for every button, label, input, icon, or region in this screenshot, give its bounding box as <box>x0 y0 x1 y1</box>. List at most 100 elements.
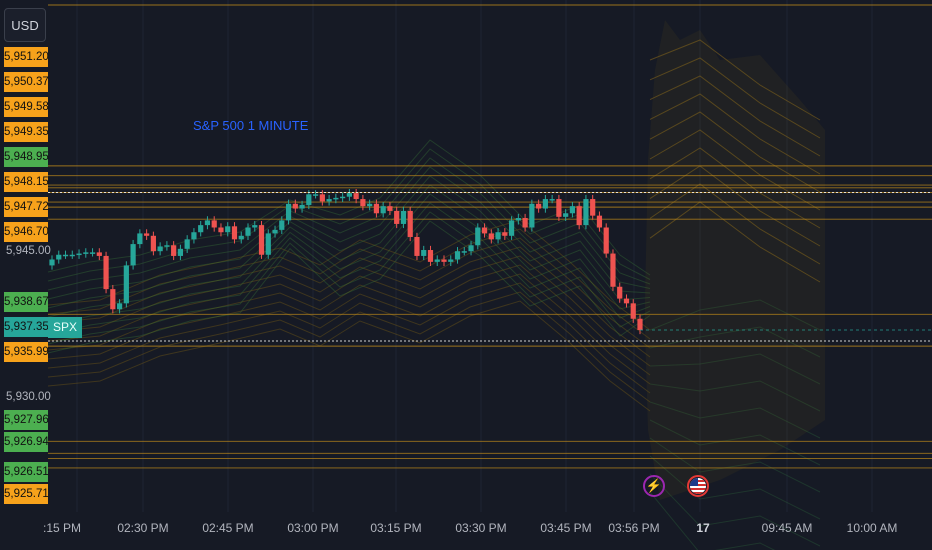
price-tag-orange: 5,946.70 <box>4 222 49 242</box>
candle-body <box>326 199 332 202</box>
current-price-tag: 5,937.35 <box>4 317 49 337</box>
candle-body <box>421 250 427 256</box>
candle-body <box>211 220 217 228</box>
time-axis-label: 03:00 PM <box>287 521 339 535</box>
time-axis-label: 03:30 PM <box>455 521 507 535</box>
candle-body <box>441 259 447 262</box>
candle-body <box>515 218 521 221</box>
candle-body <box>252 225 258 228</box>
candle-body <box>198 225 204 233</box>
candle-body <box>542 199 548 209</box>
candle-body <box>394 210 400 224</box>
candle-body <box>529 203 535 228</box>
candle-body <box>461 251 467 253</box>
candle-body <box>333 197 339 200</box>
candle-body <box>610 253 616 287</box>
us-flag-icon[interactable] <box>687 475 709 497</box>
candle-body <box>522 218 528 228</box>
candle-body <box>414 236 420 256</box>
candle-body <box>495 232 501 240</box>
candle-body <box>637 318 643 330</box>
candle-body <box>76 253 82 256</box>
candle-body <box>556 199 562 217</box>
candle-body <box>583 199 589 226</box>
price-tag-orange: 5,949.58 <box>4 97 49 117</box>
candle-body <box>225 226 231 233</box>
candle-body <box>191 232 197 240</box>
candle-body <box>549 199 555 201</box>
currency-button[interactable]: USD <box>4 8 46 42</box>
candle-body <box>144 233 150 236</box>
price-tag-green: 5,948.95 <box>4 147 49 167</box>
candle-body <box>380 206 386 214</box>
candle-body <box>367 203 373 207</box>
price-tag-orange: 5,951.20 <box>4 47 49 67</box>
candle-body <box>569 206 576 214</box>
time-axis-label: 03:56 PM <box>608 521 660 535</box>
candle-body <box>475 227 481 246</box>
candle-body <box>49 259 55 266</box>
symbol-tag: SPX <box>48 317 83 338</box>
candle-body <box>157 246 163 252</box>
candle-body <box>563 213 569 217</box>
candle-body <box>623 298 630 304</box>
time-axis-label: 02:30 PM <box>117 521 169 535</box>
time-axis-label: 03:15 PM <box>370 521 422 535</box>
candle-body <box>346 193 352 197</box>
time-axis-label: 10:00 AM <box>846 521 898 535</box>
chart-title: S&P 500 1 MINUTE <box>193 118 309 133</box>
candle-body <box>468 245 474 252</box>
price-tag-green: 5,926.94 <box>4 432 49 452</box>
candle-body <box>279 220 285 230</box>
candle-body <box>238 235 244 240</box>
candle-body <box>110 289 116 310</box>
candle-body <box>218 227 224 233</box>
time-axis-label: 03:45 PM <box>540 521 592 535</box>
price-axis-label: 5,945.00 <box>6 245 51 257</box>
price-tag-green: 5,927.96 <box>4 410 49 430</box>
candle-body <box>103 255 109 290</box>
price-tag-orange: 5,935.99 <box>4 342 49 362</box>
candle-body <box>536 203 542 209</box>
candle-body <box>319 194 325 202</box>
candle-body <box>265 233 271 255</box>
candle-body <box>596 215 603 228</box>
candle-body <box>69 254 75 257</box>
time-axis-label: 17 <box>696 521 710 535</box>
candle-body <box>231 226 238 240</box>
candle-body <box>387 206 393 211</box>
candle-body <box>488 233 494 240</box>
candle-body <box>306 194 312 205</box>
price-chart[interactable] <box>0 0 932 550</box>
candle-body <box>617 286 623 299</box>
candle-body <box>285 203 292 221</box>
candle-body <box>272 229 278 234</box>
time-axis-label: 02:45 PM <box>202 521 254 535</box>
candle-body <box>130 244 136 266</box>
candle-body <box>150 235 156 252</box>
price-axis-label: 5,930.00 <box>6 391 51 403</box>
price-tag-green: 5,938.67 <box>4 292 49 312</box>
candle-body <box>603 227 609 254</box>
candle-body <box>630 303 636 319</box>
lightning-icon[interactable]: ⚡ <box>643 475 665 497</box>
candle-body <box>83 252 89 254</box>
candle-body <box>590 199 596 216</box>
candle-body <box>171 245 177 256</box>
candle-body <box>56 254 62 260</box>
candle-body <box>508 220 515 236</box>
candle-body <box>137 233 143 245</box>
price-tag-green: 5,926.51 <box>4 462 49 482</box>
candle-body <box>360 199 366 207</box>
candle-body <box>454 251 461 260</box>
time-axis-label: :15 PM <box>42 521 82 535</box>
candle-body <box>373 203 380 214</box>
candle-body <box>427 250 434 262</box>
candle-body <box>502 232 508 236</box>
candle-body <box>204 220 211 226</box>
candle-body <box>481 227 488 234</box>
price-tag-orange: 5,949.35 <box>4 122 49 142</box>
candle-body <box>123 265 129 304</box>
candle-body <box>434 259 440 262</box>
candle-body <box>407 210 413 237</box>
